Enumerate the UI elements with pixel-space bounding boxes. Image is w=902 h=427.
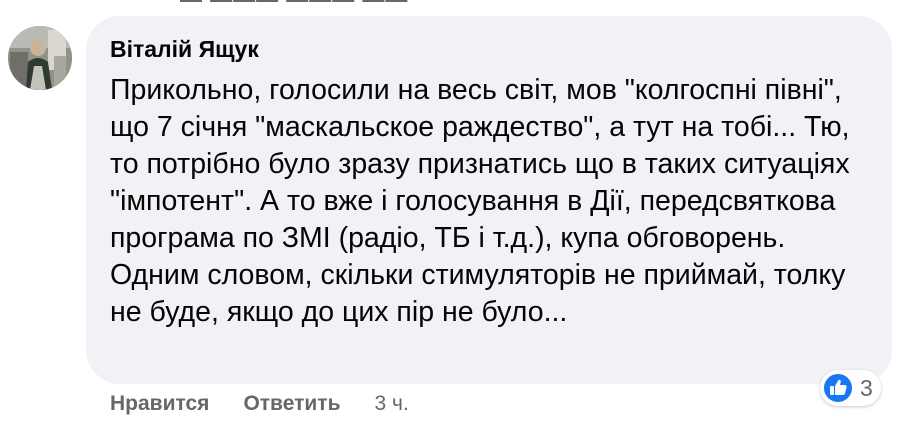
reactions-summary[interactable]: 3: [820, 370, 881, 406]
comment-actions: Нравится Ответить 3 ч.: [110, 392, 409, 416]
reply-button[interactable]: Ответить: [243, 392, 340, 416]
comment-author-name[interactable]: Віталій Ящук: [110, 36, 259, 63]
previous-comment-cutoff: ▬ ▬▬▬ ▬▬▬ ▬▬ ▬▬▬▬ ▬▬ ▬: [180, 0, 440, 2]
like-icon: [822, 372, 854, 404]
reaction-count: 3: [860, 374, 873, 401]
comment-timestamp[interactable]: 3 ч.: [374, 392, 408, 416]
like-button[interactable]: Нравится: [110, 392, 209, 416]
comment-body-text: Прикольно, голосили на весь світ, мов "к…: [110, 74, 850, 328]
comment-bubble: Віталій Ящук Прикольно, голосили на весь…: [86, 16, 892, 384]
author-avatar[interactable]: [8, 26, 72, 90]
comment-thread: ▬ ▬▬▬ ▬▬▬ ▬▬ ▬▬▬▬ ▬▬ ▬ Віталій Ящук Прик…: [0, 0, 902, 427]
user-avatar-photo-icon: [8, 26, 72, 90]
